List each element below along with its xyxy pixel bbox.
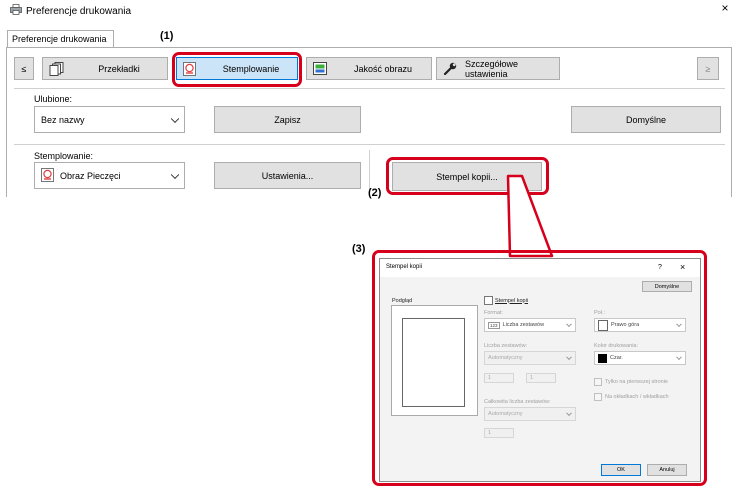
format-icon: 123 xyxy=(488,321,500,329)
dialog-title: Stempel kopii xyxy=(386,264,423,270)
field-c-input[interactable]: 1 xyxy=(484,428,514,438)
sets-select[interactable]: Automatyczny xyxy=(484,351,576,365)
position-label: Poł.: xyxy=(594,310,606,316)
chevron-down-icon xyxy=(676,354,682,361)
covers-inserts-checkbox[interactable]: Na okładkach / wkładkach xyxy=(594,393,669,401)
format-select[interactable]: 123 Liczba zestawów xyxy=(484,318,576,332)
copy-stamp-dialog: Stempel kopii ? × Domyślne Podgląd Stemp… xyxy=(379,258,701,482)
print-color-select[interactable]: Czar. xyxy=(594,351,686,365)
checkbox-box xyxy=(484,296,493,305)
preview-area xyxy=(391,305,478,416)
cancel-button[interactable]: Anuluj xyxy=(647,464,687,476)
chevron-down-icon xyxy=(566,321,572,328)
page-position-icon xyxy=(598,319,608,331)
checkbox-box xyxy=(594,393,602,401)
dialog-close-button[interactable]: × xyxy=(680,262,685,272)
preview-label: Podgląd xyxy=(392,298,413,304)
dialog-title-bar: Stempel kopii xyxy=(380,259,700,277)
sets-label: Liczba zestawów: xyxy=(484,343,528,349)
print-color-label: Kolor drukowania: xyxy=(594,343,639,349)
dialog-help-button[interactable]: ? xyxy=(658,264,662,271)
dialog-defaults-button[interactable]: Domyślne xyxy=(642,281,692,292)
copy-stamp-checkbox[interactable]: Stempel kopii xyxy=(484,296,528,305)
first-page-only-checkbox[interactable]: Tylko na pierwszej stronie xyxy=(594,378,668,386)
color-swatch-icon xyxy=(598,353,607,363)
total-sets-select[interactable]: Automatyczny xyxy=(484,407,576,421)
checkbox-box xyxy=(594,378,602,386)
position-select[interactable]: Prawo góra xyxy=(594,318,686,332)
preview-page xyxy=(402,318,465,407)
total-sets-label: Całkowita liczba zestawów: xyxy=(484,399,551,405)
chevron-down-icon xyxy=(566,354,572,361)
field-b-input[interactable]: 1 xyxy=(526,373,556,383)
chevron-down-icon xyxy=(566,410,572,417)
ok-button[interactable]: OK xyxy=(601,464,641,476)
field-a-input[interactable]: 1 xyxy=(484,373,514,383)
format-label: Format: xyxy=(484,310,503,316)
chevron-down-icon xyxy=(676,321,682,328)
